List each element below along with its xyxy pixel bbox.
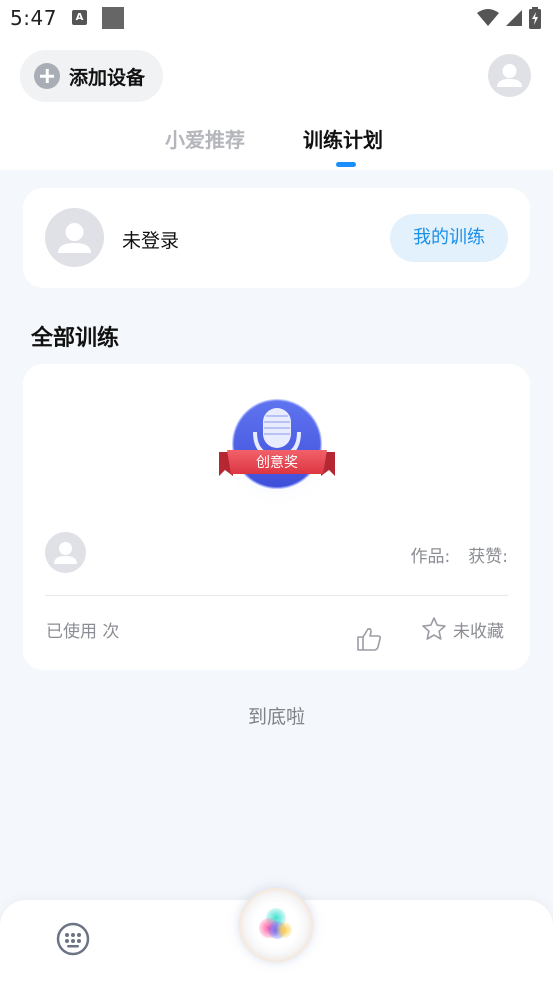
user-icon — [58, 223, 91, 253]
notification-icon — [102, 7, 124, 29]
creativity-award-badge: 创意奖 — [219, 399, 335, 504]
login-card[interactable]: 未登录 我的训练 — [23, 188, 530, 288]
favorite-label: 未收藏 — [453, 621, 504, 642]
star-icon — [422, 617, 446, 640]
status-bar: 5:47 A — [0, 0, 553, 38]
user-icon — [54, 542, 77, 564]
likes-count: 获赞: — [468, 547, 508, 567]
tab-bar: 小爱推荐 训练计划 — [0, 124, 553, 170]
user-icon — [497, 64, 522, 87]
signal-icon — [506, 10, 522, 26]
assistant-orb-icon — [259, 908, 292, 939]
status-icons — [477, 7, 541, 29]
text-notification-icon: A — [72, 10, 87, 25]
section-title: 全部训练 — [31, 326, 120, 351]
add-device-button[interactable]: 添加设备 — [20, 50, 163, 102]
works-count: 作品: — [410, 547, 451, 567]
training-card[interactable]: 创意奖 作品: 获赞: 已使用 次 未收藏 — [23, 364, 530, 670]
tab-recommend[interactable]: 小爱推荐 — [165, 124, 245, 153]
keyboard-icon[interactable] — [56, 922, 90, 956]
voice-assistant-button[interactable] — [239, 888, 313, 962]
status-time: 5:47 — [10, 6, 57, 30]
battery-icon — [529, 7, 541, 29]
login-status[interactable]: 未登录 — [122, 226, 179, 253]
user-avatar-button[interactable] — [488, 54, 531, 97]
divider — [45, 595, 508, 596]
tab-training-plan[interactable]: 训练计划 — [303, 124, 383, 153]
author-avatar[interactable] — [45, 532, 86, 573]
tab-indicator — [336, 162, 356, 167]
end-of-list-text: 到底啦 — [247, 706, 305, 728]
badge-label: 创意奖 — [256, 454, 298, 471]
thumbs-up-icon[interactable] — [356, 626, 382, 652]
bottom-bar — [0, 888, 553, 984]
avatar — [45, 208, 104, 267]
used-count: 已使用 次 — [46, 622, 120, 642]
my-training-button[interactable]: 我的训练 — [390, 214, 508, 262]
favorite-button[interactable]: 未收藏 — [421, 616, 504, 642]
wifi-icon — [477, 9, 499, 26]
add-device-label: 添加设备 — [69, 66, 146, 89]
stats: 作品: 获赞: — [411, 542, 508, 567]
plus-icon — [34, 63, 60, 89]
